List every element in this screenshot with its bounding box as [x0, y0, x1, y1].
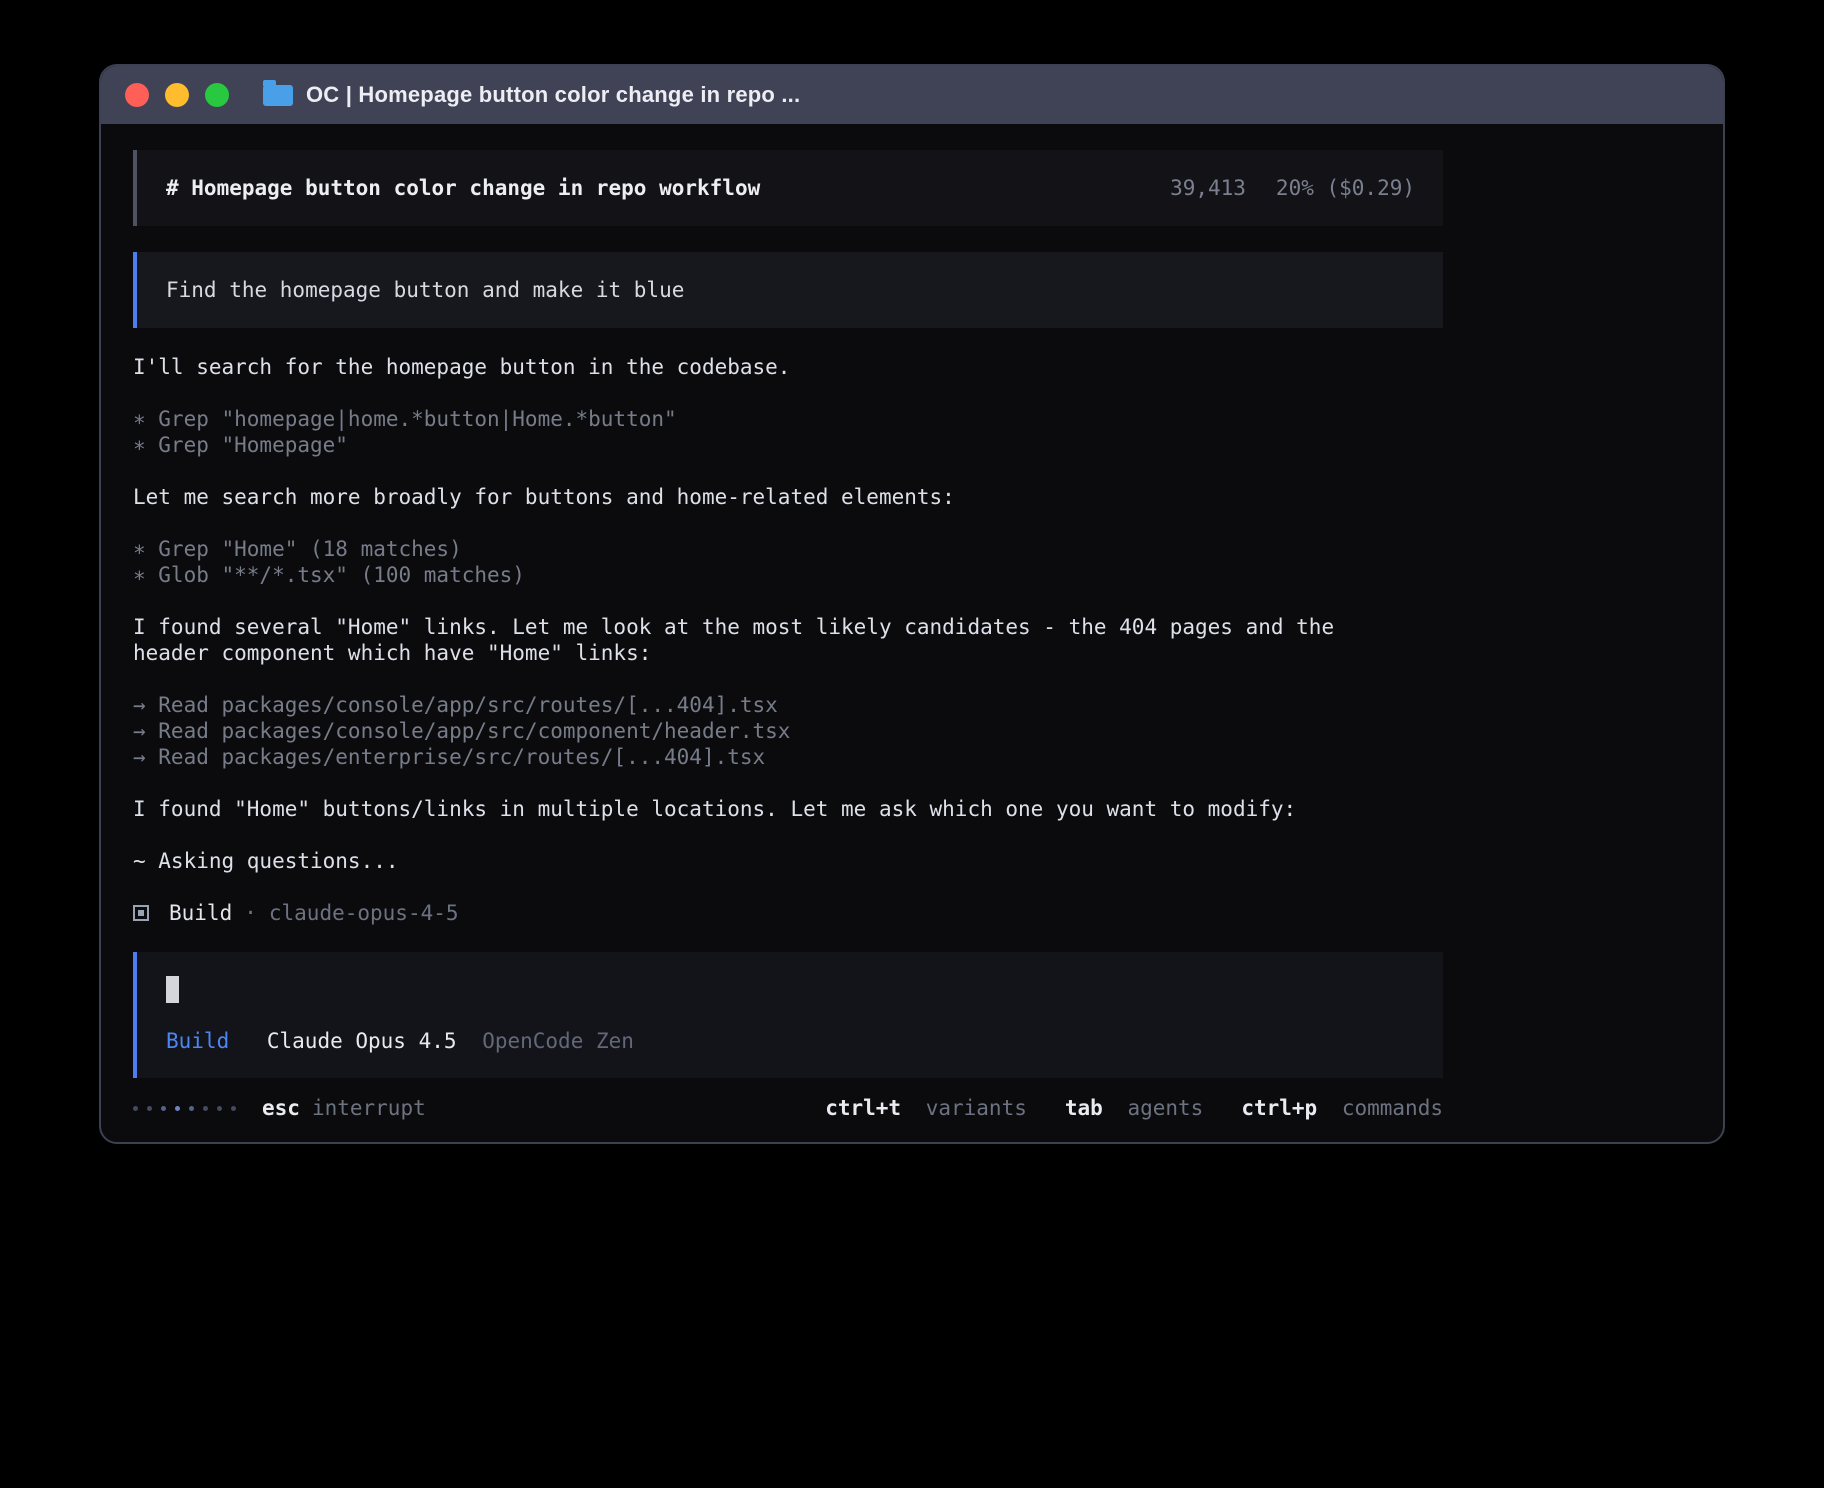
hint-label: variants — [926, 1096, 1027, 1120]
user-message-text: Find the homepage button and make it blu… — [166, 278, 684, 302]
window-title: OC | Homepage button color change in rep… — [306, 82, 800, 108]
message-input[interactable]: Build Claude Opus 4.5 OpenCode Zen — [133, 952, 1443, 1078]
zoom-button[interactable] — [205, 83, 229, 107]
session-header: # Homepage button color change in repo w… — [133, 150, 1443, 226]
context-usage: 20% ($0.29) — [1276, 175, 1415, 201]
tool-call-line: → Read packages/enterprise/src/routes/[.… — [133, 744, 1443, 770]
hint-label: agents — [1127, 1096, 1203, 1120]
agent-model: claude-opus-4-5 — [269, 900, 459, 926]
input-meta: Build Claude Opus 4.5 OpenCode Zen — [166, 1028, 1415, 1054]
hint-key: ctrl+t — [825, 1096, 901, 1120]
assistant-paragraph: I found several "Home" links. Let me loo… — [133, 614, 1373, 666]
agent-separator: · — [244, 900, 257, 926]
agent-name: Build — [169, 900, 232, 926]
hint-variants: ctrl+t variants — [825, 1095, 1027, 1121]
hint-key: tab — [1065, 1096, 1103, 1120]
statusbar: esc interrupt ctrl+t variants tab agents… — [133, 1095, 1443, 1121]
esc-key-label: interrupt — [312, 1095, 426, 1121]
spinner-dots-icon — [133, 1106, 236, 1111]
esc-key-hint: esc — [262, 1095, 300, 1121]
input-model-label: Claude Opus 4.5 — [267, 1029, 457, 1053]
tool-call-line: → Read packages/console/app/src/routes/[… — [133, 692, 1443, 718]
terminal-window: OC | Homepage button color change in rep… — [99, 64, 1725, 1144]
hint-label: commands — [1342, 1096, 1443, 1120]
input-agent-label: Build — [166, 1029, 229, 1053]
traffic-lights — [125, 83, 229, 107]
tool-call-line: ∗ Grep "homepage|home.*button|Home.*butt… — [133, 406, 1443, 432]
session-title: # Homepage button color change in repo w… — [166, 175, 760, 201]
assistant-paragraph: I found "Home" buttons/links in multiple… — [133, 796, 1373, 822]
token-count: 39,413 — [1170, 175, 1246, 201]
agent-status-line: Build · claude-opus-4-5 — [133, 900, 1443, 926]
hint-agents: tab agents — [1065, 1095, 1203, 1121]
assistant-transcript: I'll search for the homepage button in t… — [133, 354, 1443, 926]
tool-call-group: ∗ Grep "Home" (18 matches) ∗ Glob "**/*.… — [133, 536, 1443, 588]
folder-icon — [263, 85, 293, 106]
block-cursor — [166, 976, 179, 1003]
tool-call-group: ∗ Grep "homepage|home.*button|Home.*butt… — [133, 406, 1443, 458]
tool-call-line: ∗ Grep "Home" (18 matches) — [133, 536, 1443, 562]
tool-call-line: → Read packages/console/app/src/componen… — [133, 718, 1443, 744]
titlebar[interactable]: OC | Homepage button color change in rep… — [101, 66, 1723, 124]
minimize-button[interactable] — [165, 83, 189, 107]
assistant-paragraph: I'll search for the homepage button in t… — [133, 354, 1373, 380]
assistant-paragraph: Let me search more broadly for buttons a… — [133, 484, 1373, 510]
tool-call-group: → Read packages/console/app/src/routes/[… — [133, 692, 1443, 770]
close-button[interactable] — [125, 83, 149, 107]
hint-key: ctrl+p — [1241, 1096, 1317, 1120]
assistant-status-line: ~ Asking questions... — [133, 848, 1373, 874]
tool-call-line: ∗ Grep "Homepage" — [133, 432, 1443, 458]
input-provider-label: OpenCode Zen — [482, 1029, 634, 1053]
terminal-content: # Homepage button color change in repo w… — [101, 124, 1475, 1121]
square-dot-icon — [133, 905, 149, 921]
hint-commands: ctrl+p commands — [1241, 1095, 1443, 1121]
user-message: Find the homepage button and make it blu… — [133, 252, 1443, 328]
tool-call-line: ∗ Glob "**/*.tsx" (100 matches) — [133, 562, 1443, 588]
